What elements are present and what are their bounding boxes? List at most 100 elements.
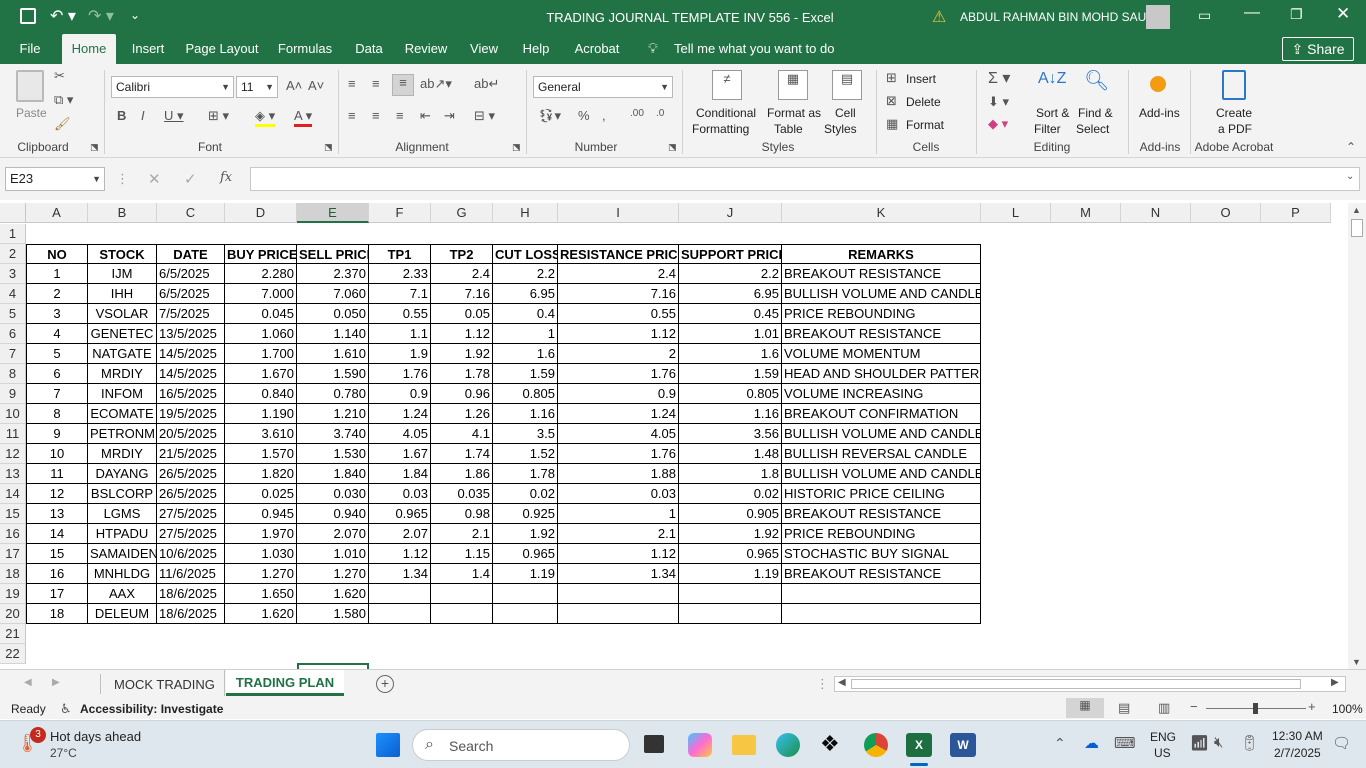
table-cell[interactable]: 1.12 (558, 544, 679, 564)
row-header-16[interactable]: 16 (0, 524, 26, 544)
tab-formulas[interactable]: Formulas (274, 34, 336, 64)
table-cell[interactable]: 2.4 (431, 264, 493, 284)
table-cell[interactable]: 17 (26, 584, 88, 604)
table-cell[interactable]: 0.965 (369, 504, 431, 524)
table-cell[interactable]: 1.610 (297, 344, 369, 364)
table-cell[interactable]: 1.140 (297, 324, 369, 344)
table-cell[interactable]: NATGATE (88, 344, 157, 364)
lang-secondary[interactable]: US (1154, 746, 1171, 760)
table-cell[interactable]: 7.16 (558, 284, 679, 304)
table-cell[interactable]: 4.05 (369, 424, 431, 444)
table-cell[interactable]: 2 (558, 344, 679, 364)
dropbox-icon[interactable]: ❖ (820, 731, 840, 757)
name-box[interactable]: E23 ▼ (5, 167, 105, 191)
table-cell[interactable]: HTPADU (88, 524, 157, 544)
increase-decimal-icon[interactable]: .00 (630, 108, 644, 119)
table-cell[interactable]: 6.95 (493, 284, 558, 304)
table-cell[interactable]: 1 (493, 324, 558, 344)
table-cell[interactable]: 4.05 (558, 424, 679, 444)
table-cell[interactable]: 2 (26, 284, 88, 304)
table-cell[interactable]: 1.59 (493, 364, 558, 384)
scroll-up-icon[interactable]: ▲ (1352, 205, 1361, 215)
table-cell[interactable]: 20/5/2025 (157, 424, 225, 444)
zoom-thumb[interactable] (1253, 703, 1258, 714)
ribbon-display-icon[interactable]: ▭ (1198, 7, 1211, 24)
dialog-launcher-icon[interactable]: ⬔ (90, 142, 99, 153)
table-cell[interactable]: 3.740 (297, 424, 369, 444)
table-cell[interactable]: 1.190 (225, 404, 297, 424)
tab-data[interactable]: Data (350, 34, 388, 64)
table-cell[interactable]: 1.84 (369, 464, 431, 484)
table-header-cell[interactable]: BUY PRICE (225, 244, 297, 264)
table-cell[interactable]: 1.010 (297, 544, 369, 564)
table-cell[interactable]: GENETEC (88, 324, 157, 344)
taskbar-search[interactable]: ⌕ Search (412, 729, 630, 761)
table-cell[interactable]: VOLUME INCREASING (782, 384, 981, 404)
table-cell[interactable]: 1.820 (225, 464, 297, 484)
cell-styles-icon[interactable]: ▤ (832, 70, 862, 100)
page-break-view-icon[interactable]: ▥ (1158, 700, 1170, 716)
column-header-l[interactable]: L (981, 203, 1051, 223)
row-header-21[interactable]: 21 (0, 624, 26, 644)
table-cell[interactable]: 2.280 (225, 264, 297, 284)
autosum-icon[interactable]: Σ ▾ (988, 68, 1010, 88)
dialog-launcher-icon[interactable]: ⬔ (324, 142, 333, 153)
sort-filter-button-2[interactable]: Filter (1034, 122, 1061, 136)
table-cell[interactable]: 4.1 (431, 424, 493, 444)
scroll-thumb[interactable] (1351, 219, 1363, 237)
table-cell[interactable]: 4 (26, 324, 88, 344)
table-cell[interactable]: 1.9 (369, 344, 431, 364)
table-cell[interactable]: 21/5/2025 (157, 444, 225, 464)
row-header-20[interactable]: 20 (0, 604, 26, 624)
table-cell[interactable]: 1.4 (431, 564, 493, 584)
add-ins-button[interactable]: Add-ins (1139, 106, 1180, 120)
table-cell[interactable]: 1.34 (558, 564, 679, 584)
excel-icon[interactable]: X (906, 733, 932, 757)
table-cell[interactable]: 1.86 (431, 464, 493, 484)
align-left-icon[interactable]: ≡ (348, 108, 356, 123)
font-name-select[interactable]: Calibri ▼ (111, 76, 234, 98)
table-cell[interactable]: 6.95 (679, 284, 782, 304)
table-cell[interactable]: IHH (88, 284, 157, 304)
table-cell[interactable]: 0.9 (369, 384, 431, 404)
table-cell[interactable]: 1.270 (297, 564, 369, 584)
table-cell[interactable]: 1.570 (225, 444, 297, 464)
align-bottom-icon[interactable]: ≡ (392, 74, 414, 96)
table-cell[interactable]: 0.940 (297, 504, 369, 524)
table-cell[interactable]: 1.670 (225, 364, 297, 384)
cell-styles-button[interactable]: Cell (835, 106, 856, 120)
table-cell[interactable]: 1.92 (493, 524, 558, 544)
dialog-launcher-icon[interactable]: ⬔ (668, 142, 677, 153)
table-cell[interactable]: 6 (26, 364, 88, 384)
table-cell[interactable]: 1.12 (558, 324, 679, 344)
tab-view[interactable]: View (464, 34, 504, 64)
table-cell[interactable]: 0.45 (679, 304, 782, 324)
table-cell[interactable] (558, 604, 679, 624)
table-cell[interactable]: IJM (88, 264, 157, 284)
row-header-4[interactable]: 4 (0, 284, 26, 304)
column-header-n[interactable]: N (1121, 203, 1191, 223)
dialog-launcher-icon[interactable]: ⬔ (512, 142, 521, 153)
column-header-k[interactable]: K (782, 203, 981, 223)
table-cell[interactable]: HEAD AND SHOULDER PATTERN (782, 364, 981, 384)
table-cell[interactable]: BULLISH VOLUME AND CANDLE (782, 424, 981, 444)
enter-icon[interactable]: ✓ (184, 170, 197, 188)
row-header-15[interactable]: 15 (0, 504, 26, 524)
insert-cells-icon[interactable]: ⊞ (886, 70, 897, 86)
table-cell[interactable]: 2.370 (297, 264, 369, 284)
zoom-slider[interactable] (1206, 703, 1306, 714)
table-cell[interactable]: 1.12 (369, 544, 431, 564)
table-cell[interactable]: 1.15 (431, 544, 493, 564)
table-cell[interactable]: 1.76 (369, 364, 431, 384)
table-cell[interactable]: BREAKOUT CONFIRMATION (782, 404, 981, 424)
format-as-table-button[interactable]: Format as (767, 106, 821, 120)
table-cell[interactable]: 1.78 (493, 464, 558, 484)
column-header-g[interactable]: G (431, 203, 493, 223)
table-cell[interactable]: 1.01 (679, 324, 782, 344)
row-header-3[interactable]: 3 (0, 264, 26, 284)
table-cell[interactable]: 0.98 (431, 504, 493, 524)
table-cell[interactable]: 8 (26, 404, 88, 424)
table-cell[interactable]: STOCHASTIC BUY SIGNAL (782, 544, 981, 564)
edge-icon[interactable] (776, 733, 800, 757)
table-cell[interactable]: 11 (26, 464, 88, 484)
